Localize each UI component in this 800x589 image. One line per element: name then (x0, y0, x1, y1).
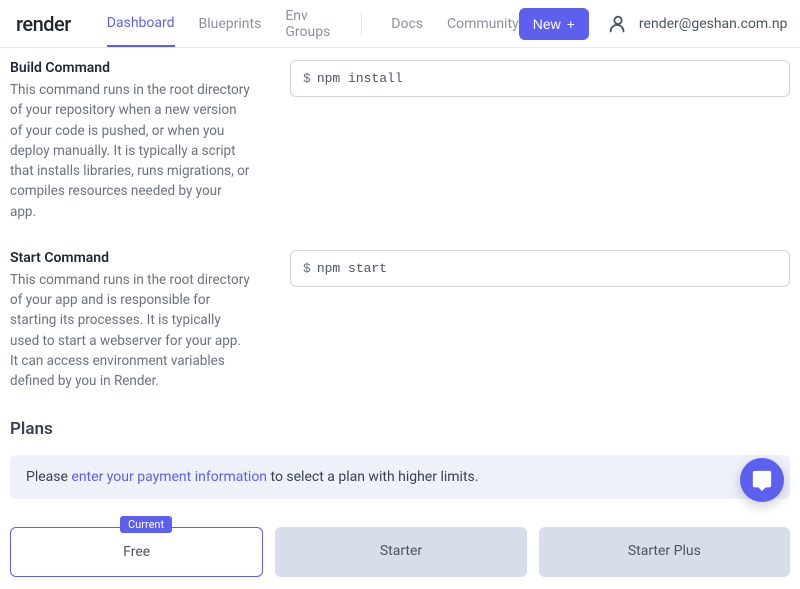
prompt-prefix: $ (303, 71, 311, 86)
header-right: New + render@geshan.com.np (519, 8, 800, 40)
plan-free[interactable]: Free (10, 527, 263, 577)
start-command-title: Start Command (10, 250, 250, 266)
start-command-value: npm start (317, 261, 387, 276)
plus-icon: + (567, 16, 575, 32)
current-badge: Current (120, 516, 172, 533)
user-icon (607, 13, 629, 35)
build-command-field: $ npm install (290, 60, 790, 222)
build-command-info: Build Command This command runs in the r… (10, 60, 250, 222)
payment-notice: Please enter your payment information to… (10, 455, 790, 499)
payment-info-link[interactable]: enter your payment information (71, 469, 267, 485)
chat-icon (751, 469, 773, 491)
start-command-field: $ npm start (290, 250, 790, 392)
notice-prefix: Please (26, 469, 71, 485)
primary-nav: Dashboard Blueprints Env Groups Docs Com… (107, 0, 519, 54)
user-menu[interactable]: render@geshan.com.np (607, 13, 800, 35)
prompt-prefix: $ (303, 261, 311, 276)
nav-docs[interactable]: Docs (391, 2, 423, 46)
nav-separator (361, 12, 362, 36)
build-command-value: npm install (317, 71, 403, 86)
nav-dashboard[interactable]: Dashboard (107, 1, 175, 47)
header: render Dashboard Blueprints Env Groups D… (0, 0, 800, 48)
new-button[interactable]: New + (519, 8, 589, 40)
plans-heading: Plans (10, 419, 790, 439)
start-command-section: Start Command This command runs in the r… (10, 250, 790, 392)
nav-envgroups[interactable]: Env Groups (285, 0, 330, 54)
start-command-info: Start Command This command runs in the r… (10, 250, 250, 392)
plan-starter[interactable]: Starter (275, 527, 526, 577)
start-command-input[interactable]: $ npm start (290, 250, 790, 287)
user-email: render@geshan.com.np (639, 16, 788, 32)
notice-suffix: to select a plan with higher limits. (267, 469, 478, 485)
nav-blueprints[interactable]: Blueprints (199, 2, 262, 46)
build-command-desc: This command runs in the root directory … (10, 80, 250, 222)
new-button-label: New (533, 16, 561, 32)
logo[interactable]: render (12, 12, 79, 36)
plan-starter-plus[interactable]: Starter Plus (539, 527, 790, 577)
build-command-input[interactable]: $ npm install (290, 60, 790, 97)
build-command-section: Build Command This command runs in the r… (10, 60, 790, 222)
content: Build Command This command runs in the r… (0, 48, 800, 589)
build-command-title: Build Command (10, 60, 250, 76)
plan-options: Current Free Starter Starter Plus (10, 527, 790, 577)
chat-widget[interactable] (740, 458, 784, 502)
nav-community[interactable]: Community (447, 2, 519, 46)
start-command-desc: This command runs in the root directory … (10, 270, 250, 392)
